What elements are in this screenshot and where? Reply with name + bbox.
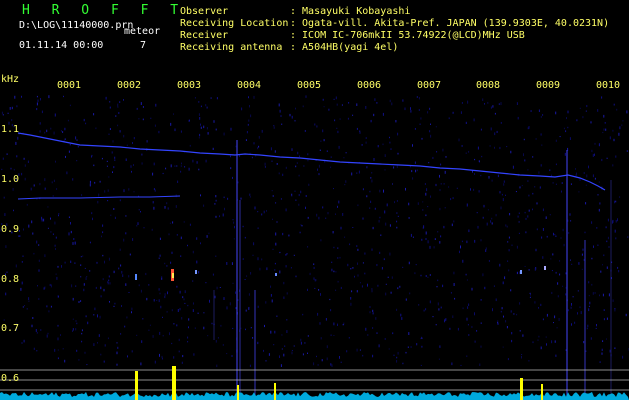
hrofft-screen: H R O F F T D:\LOG\11140000.prn meteor 0… bbox=[0, 0, 629, 400]
x-tick-0001: 0001 bbox=[57, 80, 82, 91]
observer-value: : Masayuki Kobayashi bbox=[290, 6, 411, 17]
spectrogram-noise bbox=[0, 95, 629, 368]
echo-count: 7 bbox=[140, 40, 147, 51]
carrier-trace-upper bbox=[17, 132, 606, 191]
app-title: H R O F F T bbox=[22, 3, 186, 18]
y-tick-1-1: 1.1 bbox=[1, 124, 20, 135]
signal-baseline bbox=[0, 392, 629, 400]
y-tick-0-6: 0.6 bbox=[1, 373, 20, 384]
spectrogram bbox=[0, 95, 629, 400]
location-value: : Ogata-vill. Akita-Pref. JAPAN (139.930… bbox=[290, 18, 610, 29]
receiver-value: : ICOM IC-706mkII 53.74922(@LCD)MHz USB bbox=[290, 30, 525, 41]
y-tick-1-0: 1.0 bbox=[1, 174, 20, 185]
antenna-label: Receiving antenna bbox=[180, 42, 283, 53]
x-tick-0010: 0010 bbox=[596, 80, 621, 91]
meteor-echo-blips bbox=[135, 266, 546, 281]
y-tick-0-9: 0.9 bbox=[1, 224, 20, 235]
x-tick-0003: 0003 bbox=[177, 80, 202, 91]
x-tick-0005: 0005 bbox=[297, 80, 322, 91]
x-tick-0008: 0008 bbox=[476, 80, 501, 91]
antenna-value: : A504HB(yagi 4el) bbox=[290, 42, 399, 53]
x-tick-0007: 0007 bbox=[417, 80, 442, 91]
y-axis-unit: kHz bbox=[1, 74, 20, 85]
log-file-path: D:\LOG\11140000.prn bbox=[19, 20, 134, 31]
x-tick-0006: 0006 bbox=[357, 80, 382, 91]
observer-label: Observer bbox=[180, 6, 229, 17]
receiver-label: Receiver bbox=[180, 30, 229, 41]
location-label: Receiving Location bbox=[180, 18, 289, 29]
x-tick-0004: 0004 bbox=[237, 80, 262, 91]
x-tick-0002: 0002 bbox=[117, 80, 142, 91]
mode-label: meteor bbox=[124, 26, 161, 37]
y-tick-0-7: 0.7 bbox=[1, 323, 20, 334]
log-datetime: 01.11.14 00:00 bbox=[19, 40, 104, 51]
y-tick-0-8: 0.8 bbox=[1, 274, 20, 285]
x-tick-0009: 0009 bbox=[536, 80, 561, 91]
